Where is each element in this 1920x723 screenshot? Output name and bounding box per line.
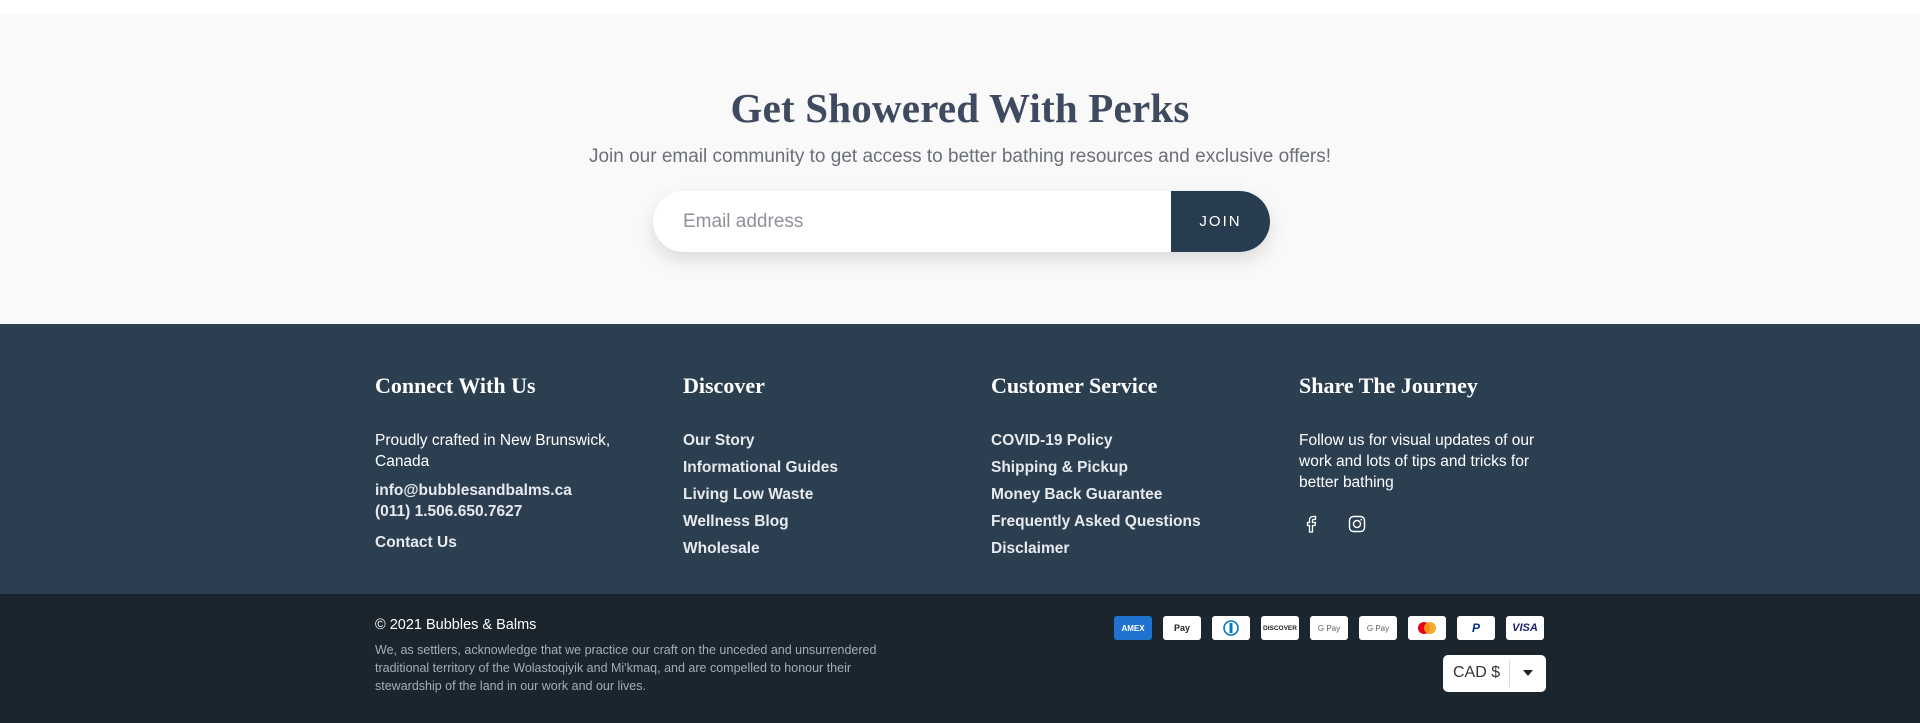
connect-title: Connect With Us	[375, 373, 536, 398]
customer-service-title: Customer Service	[991, 373, 1158, 398]
newsletter-subtitle: Join our email community to get access t…	[588, 146, 1332, 167]
footer-bottom: © 2021 Bubbles & Balms We, as settlers, …	[0, 594, 1920, 723]
diners-club-icon	[1212, 616, 1250, 640]
email-link[interactable]: info@bubblesandbalms.ca	[375, 480, 572, 501]
land-acknowledgement: We, as settlers, acknowledge that we pra…	[375, 643, 877, 693]
mastercard-icon	[1408, 616, 1446, 640]
wellness-blog-link[interactable]: Wellness Blog	[683, 511, 789, 532]
shipping-pickup-link[interactable]: Shipping & Pickup	[991, 457, 1128, 478]
visa-icon: VISA	[1506, 616, 1544, 640]
currency-label: CAD $	[1453, 664, 1501, 681]
google-pay-icon: G Pay	[1310, 616, 1348, 640]
top-strip	[0, 0, 1920, 14]
chevron-down-icon	[1523, 670, 1533, 676]
phone-link[interactable]: (011) 1.506.650.7627	[375, 501, 522, 522]
newsletter-title: Get Showered With Perks	[730, 85, 1190, 131]
copyright-text: © 2021 Bubbles & Balms	[375, 617, 537, 633]
apple-pay-icon: Pay	[1163, 616, 1201, 640]
living-low-waste-link[interactable]: Living Low Waste	[683, 484, 813, 505]
currency-divider	[1509, 660, 1510, 687]
contact-us-link[interactable]: Contact Us	[375, 532, 457, 553]
faq-link[interactable]: Frequently Asked Questions	[991, 511, 1201, 532]
money-back-guarantee-link[interactable]: Money Back Guarantee	[991, 484, 1162, 505]
share-title: Share The Journey	[1299, 373, 1478, 398]
amex-icon: AMEX	[1114, 616, 1152, 640]
our-story-link[interactable]: Our Story	[683, 430, 754, 451]
facebook-icon[interactable]	[1296, 509, 1326, 539]
disclaimer-link[interactable]: Disclaimer	[991, 538, 1069, 559]
covid-policy-link[interactable]: COVID-19 Policy	[991, 430, 1112, 451]
instagram-icon[interactable]	[1342, 509, 1372, 539]
footer-main: Connect With Us Proudly crafted in New B…	[0, 324, 1920, 594]
newsletter-section: Get Showered With Perks Join our email c…	[0, 14, 1920, 324]
share-text: Follow us for visual updates of our work…	[1299, 432, 1535, 491]
newsletter-form: JOIN	[653, 191, 1270, 252]
currency-selector[interactable]: CAD $	[1443, 655, 1546, 692]
join-button[interactable]: JOIN	[1171, 191, 1270, 252]
email-input[interactable]	[653, 191, 1171, 252]
paypal-icon: P	[1457, 616, 1495, 640]
google-pay-alt-icon: G Pay	[1359, 616, 1397, 640]
location-text: Proudly crafted in New Brunswick, Canada	[375, 432, 611, 470]
discover-title: Discover	[683, 373, 765, 398]
informational-guides-link[interactable]: Informational Guides	[683, 457, 838, 478]
wholesale-link[interactable]: Wholesale	[683, 538, 760, 559]
discover-icon: DISCOVER	[1261, 616, 1299, 640]
